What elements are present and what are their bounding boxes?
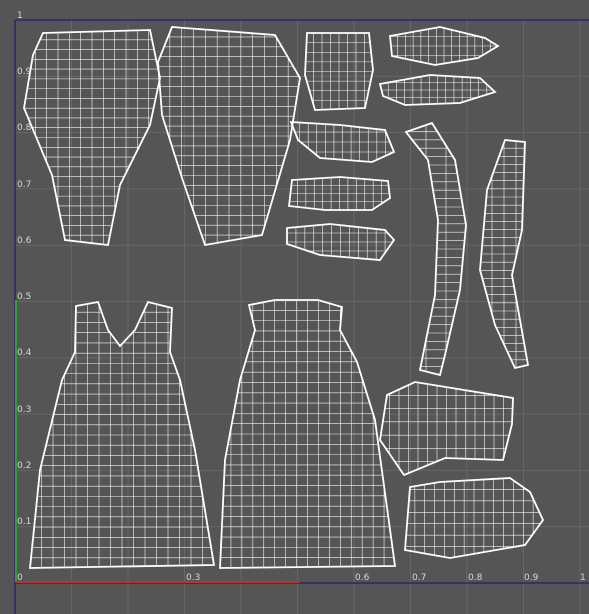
uv-island-cuff-1[interactable] <box>379 381 514 477</box>
island-mesh <box>220 300 395 568</box>
uv-island-sleeve-piece-2[interactable] <box>288 176 391 211</box>
island-mesh <box>291 122 394 162</box>
uv-island-strap-top-2[interactable] <box>378 74 497 106</box>
island-mesh <box>289 177 390 210</box>
uv-island-long-strip[interactable] <box>404 121 467 377</box>
v-tick-label: 0.8 <box>17 123 32 133</box>
u-tick-label: 0.8 <box>468 573 483 583</box>
island-mesh <box>305 33 373 110</box>
uv-island-sleeve-piece-3[interactable] <box>286 223 396 261</box>
uv-tick-labels: 1 0.9 0.8 0.7 0.6 0.5 0.4 0.3 0.2 0.1 0 … <box>17 11 586 583</box>
uv-island-dress-front[interactable] <box>29 300 216 569</box>
uv-editor-viewport[interactable]: 1 0.9 0.8 0.7 0.6 0.5 0.4 0.3 0.2 0.1 0 … <box>0 0 589 614</box>
island-mesh <box>158 27 300 245</box>
v-tick-label: 0.3 <box>17 405 31 415</box>
uv-islands <box>23 26 545 569</box>
v-tick-label: 0.1 <box>17 517 31 527</box>
island-mesh <box>480 140 528 368</box>
uv-canvas[interactable]: 1 0.9 0.8 0.7 0.6 0.5 0.4 0.3 0.2 0.1 0 … <box>0 0 589 614</box>
u-tick-label: 0.7 <box>412 573 426 583</box>
uv-island-waist-patch[interactable] <box>304 32 374 111</box>
u-tick-label: 0.9 <box>524 573 539 583</box>
v-tick-label: 0 <box>17 573 23 583</box>
island-mesh <box>30 302 214 568</box>
uv-island-strap-top-1[interactable] <box>389 26 500 66</box>
u-tick-label: 0.6 <box>355 573 370 583</box>
island-mesh <box>380 75 495 105</box>
uv-island-pants-front[interactable] <box>23 29 161 246</box>
v-tick-label: 1 <box>17 11 23 21</box>
uv-island-sleeve-piece-1[interactable] <box>289 121 396 163</box>
uv-axes <box>14 19 589 614</box>
v-tick-label: 0.7 <box>17 180 31 190</box>
uv-island-cuff-2[interactable] <box>404 477 545 559</box>
u-tick-label: 0.3 <box>186 573 200 583</box>
v-tick-label: 0.5 <box>17 292 31 302</box>
uv-island-pants-back[interactable] <box>157 26 301 247</box>
island-mesh <box>380 382 513 475</box>
uv-grid <box>14 19 589 614</box>
island-mesh <box>24 30 160 245</box>
u-tick-label: 1 <box>580 573 586 583</box>
v-tick-label: 0.2 <box>17 461 31 471</box>
v-tick-label: 0.4 <box>17 348 32 358</box>
v-tick-label: 0.6 <box>17 236 32 246</box>
uv-island-side-strip[interactable] <box>479 139 530 370</box>
uv-island-dress-back[interactable] <box>219 299 397 569</box>
